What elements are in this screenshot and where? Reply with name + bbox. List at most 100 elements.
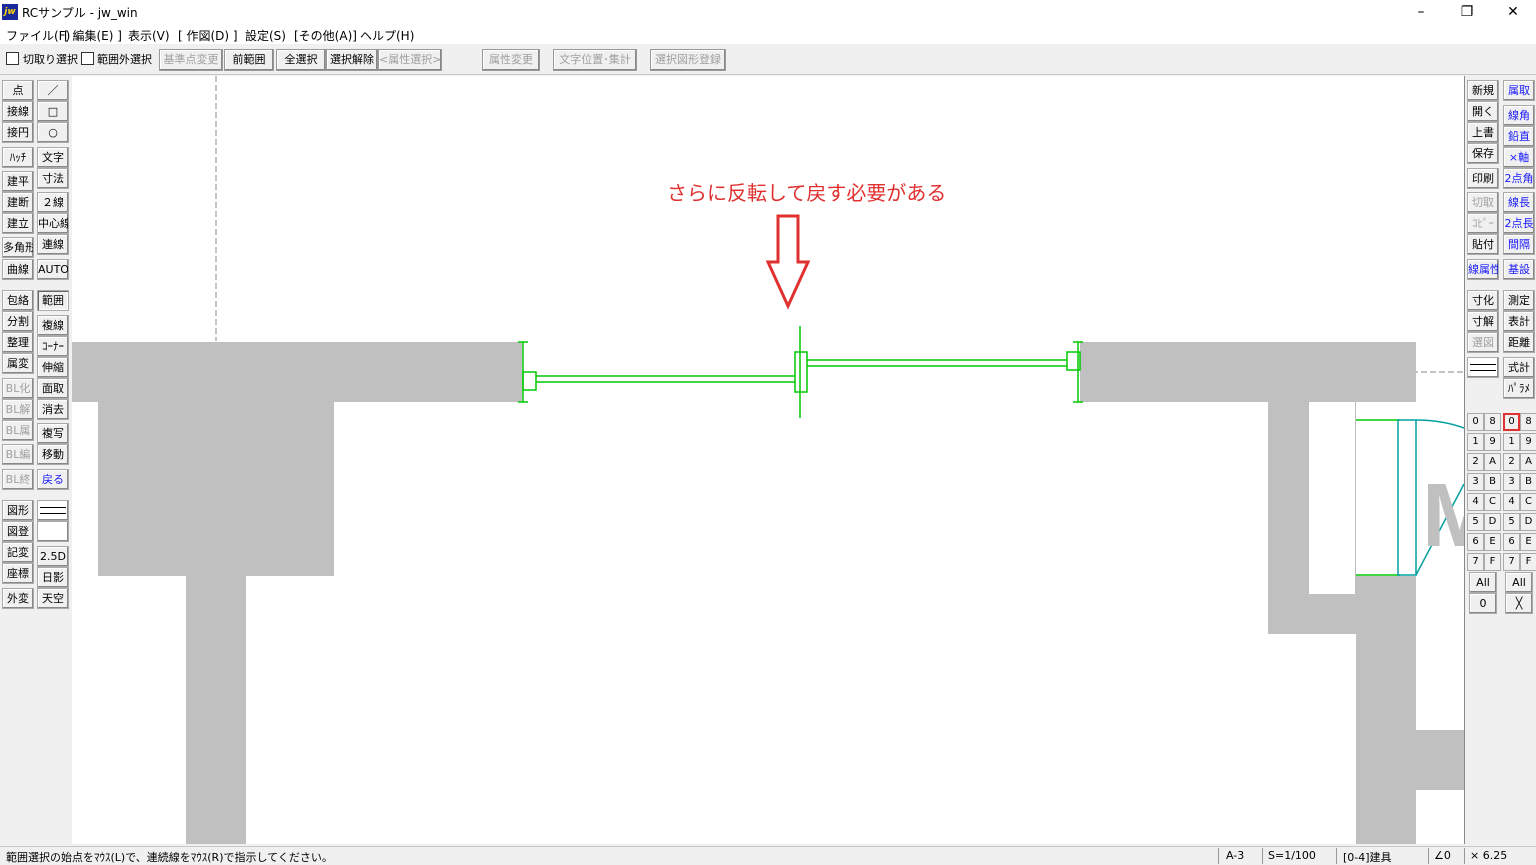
left-tool-21[interactable]: 座標 bbox=[2, 563, 34, 584]
status-angle[interactable]: ∠0 bbox=[1434, 849, 1451, 862]
left-tool-8[interactable]: 曲線 bbox=[2, 259, 34, 280]
left-tool2-3[interactable]: 文字 bbox=[37, 147, 69, 168]
layer-button-group_left_b-2[interactable]: A bbox=[1484, 453, 1501, 471]
right-tool2-7[interactable]: 間隔 bbox=[1503, 234, 1535, 255]
left-tool-12[interactable]: 属変 bbox=[2, 353, 34, 374]
right-tool-5[interactable]: 切取 bbox=[1467, 192, 1499, 213]
layer-button-group_right-4[interactable]: 4 bbox=[1503, 493, 1520, 511]
right-tool2-6[interactable]: 2点長 bbox=[1503, 213, 1535, 234]
drawing-canvas[interactable]: M さらに反転して戻す必要がある bbox=[72, 76, 1464, 844]
layer-button-group_right_b-5[interactable]: D bbox=[1520, 513, 1536, 531]
menu-edit[interactable]: [ 編集(E) ] bbox=[64, 27, 122, 44]
right-tool-4[interactable]: 印刷 bbox=[1467, 168, 1499, 189]
right-tool-6[interactable]: ｺﾋﾟｰ bbox=[1467, 213, 1499, 234]
layer-button-group_right-7[interactable]: 7 bbox=[1503, 553, 1520, 571]
left-tool2-12[interactable]: 伸縮 bbox=[37, 357, 69, 378]
layer-button-group_left-6[interactable]: 6 bbox=[1467, 533, 1484, 551]
left-tool-11[interactable]: 整理 bbox=[2, 332, 34, 353]
left-tool2-6[interactable]: 中心線 bbox=[37, 213, 69, 234]
layer-button-group_left_b-3[interactable]: B bbox=[1484, 473, 1501, 491]
right-tool2-12[interactable]: 式計 bbox=[1503, 357, 1535, 378]
right-tool-12[interactable] bbox=[1467, 357, 1499, 378]
right-tool-9[interactable]: 寸化 bbox=[1467, 290, 1499, 311]
base-point-change-button[interactable]: 基準点変更 bbox=[159, 49, 223, 71]
close-button[interactable]: ✕ bbox=[1490, 0, 1536, 24]
right-tool2-3[interactable]: ×軸 bbox=[1503, 147, 1535, 168]
layer-button-group_left_b-0[interactable]: 8 bbox=[1484, 413, 1501, 431]
layer-all-left-button[interactable]: All bbox=[1469, 572, 1497, 593]
status-cursor[interactable]: × 6.25 bbox=[1470, 849, 1507, 862]
left-tool2-19[interactable] bbox=[37, 521, 69, 542]
left-tool-17[interactable]: BL終 bbox=[2, 469, 34, 490]
left-tool2-14[interactable]: 消去 bbox=[37, 399, 69, 420]
layer-button-group_right-3[interactable]: 3 bbox=[1503, 473, 1520, 491]
right-tool-11[interactable]: 選図 bbox=[1467, 332, 1499, 353]
left-tool2-22[interactable]: 天空 bbox=[37, 588, 69, 609]
left-tool2-18[interactable] bbox=[37, 500, 69, 521]
left-tool-15[interactable]: BL属 bbox=[2, 420, 34, 441]
left-tool-19[interactable]: 図登 bbox=[2, 521, 34, 542]
deselect-button[interactable]: 選択解除 bbox=[326, 49, 378, 71]
layer-button-group_right_b-0[interactable]: 8 bbox=[1520, 413, 1536, 431]
right-tool-10[interactable]: 寸解 bbox=[1467, 311, 1499, 332]
left-tool-5[interactable]: 建断 bbox=[2, 192, 34, 213]
right-tool-8[interactable]: 線属性 bbox=[1467, 259, 1499, 280]
layer-cross-button[interactable]: ╳ bbox=[1505, 593, 1533, 614]
left-tool-13[interactable]: BL化 bbox=[2, 378, 34, 399]
left-tool2-9[interactable]: 範囲 bbox=[37, 290, 69, 311]
cut-select-checkbox[interactable] bbox=[6, 52, 19, 65]
layer-button-group_left_b-7[interactable]: F bbox=[1484, 553, 1501, 571]
layer-button-group_left-0[interactable]: 0 bbox=[1467, 413, 1484, 431]
layer-zero-button[interactable]: 0 bbox=[1469, 593, 1497, 614]
layer-button-group_right_b-2[interactable]: A bbox=[1520, 453, 1536, 471]
menu-other[interactable]: [その他(A)] bbox=[294, 27, 357, 44]
right-tool-3[interactable]: 保存 bbox=[1467, 143, 1499, 164]
left-tool-18[interactable]: 図形 bbox=[2, 500, 34, 521]
left-tool-22[interactable]: 外変 bbox=[2, 588, 34, 609]
left-tool2-11[interactable]: ｺｰﾅｰ bbox=[37, 336, 69, 357]
layer-button-group_left-4[interactable]: 4 bbox=[1467, 493, 1484, 511]
layer-button-group_left_b-4[interactable]: C bbox=[1484, 493, 1501, 511]
right-tool2-10[interactable]: 表計 bbox=[1503, 311, 1535, 332]
left-tool2-2[interactable]: ○ bbox=[37, 122, 69, 143]
right-tool2-5[interactable]: 線長 bbox=[1503, 192, 1535, 213]
layer-button-group_right-6[interactable]: 6 bbox=[1503, 533, 1520, 551]
layer-button-group_right_b-4[interactable]: C bbox=[1520, 493, 1536, 511]
layer-all-right-button[interactable]: All bbox=[1505, 572, 1533, 593]
left-tool2-8[interactable]: AUTO bbox=[37, 259, 69, 280]
layer-button-group_left-1[interactable]: 1 bbox=[1467, 433, 1484, 451]
layer-button-group_left-5[interactable]: 5 bbox=[1467, 513, 1484, 531]
right-tool2-13[interactable]: ﾊﾟﾗﾒ bbox=[1503, 378, 1535, 399]
menu-draw[interactable]: [ 作図(D) ] bbox=[178, 27, 238, 44]
layer-button-group_right-2[interactable]: 2 bbox=[1503, 453, 1520, 471]
left-tool2-1[interactable]: □ bbox=[37, 101, 69, 122]
right-tool2-0[interactable]: 属取 bbox=[1503, 80, 1535, 101]
layer-button-group_right-5[interactable]: 5 bbox=[1503, 513, 1520, 531]
menu-settings[interactable]: 設定(S) bbox=[245, 27, 286, 44]
layer-button-group_left-7[interactable]: 7 bbox=[1467, 553, 1484, 571]
status-layer[interactable]: [0-4]建具 bbox=[1343, 849, 1392, 865]
left-tool-1[interactable]: 接線 bbox=[2, 101, 34, 122]
minimize-button[interactable]: – bbox=[1398, 0, 1444, 24]
right-tool-0[interactable]: 新規 bbox=[1467, 80, 1499, 101]
right-tool2-8[interactable]: 基設 bbox=[1503, 259, 1535, 280]
left-tool2-13[interactable]: 面取 bbox=[37, 378, 69, 399]
register-shape-button[interactable]: 選択図形登録 bbox=[650, 49, 726, 71]
right-tool2-1[interactable]: 線角 bbox=[1503, 105, 1535, 126]
left-tool-2[interactable]: 接円 bbox=[2, 122, 34, 143]
text-pos-total-button[interactable]: 文字位置･集計 bbox=[553, 49, 637, 71]
left-tool2-5[interactable]: ２線 bbox=[37, 192, 69, 213]
left-tool-7[interactable]: 多角形 bbox=[2, 237, 34, 258]
layer-button-group_right_b-3[interactable]: B bbox=[1520, 473, 1536, 491]
restore-button[interactable]: ❐ bbox=[1444, 0, 1490, 24]
outside-select-checkbox[interactable] bbox=[81, 52, 94, 65]
right-tool-7[interactable]: 貼付 bbox=[1467, 234, 1499, 255]
right-tool2-2[interactable]: 鉛直 bbox=[1503, 126, 1535, 147]
left-tool2-7[interactable]: 連線 bbox=[37, 234, 69, 255]
left-tool-14[interactable]: BL解 bbox=[2, 399, 34, 420]
layer-button-group_right-0[interactable]: 0 bbox=[1503, 413, 1520, 431]
left-tool-20[interactable]: 記変 bbox=[2, 542, 34, 563]
left-tool-3[interactable]: ﾊｯﾁ bbox=[2, 147, 34, 168]
right-tool-2[interactable]: 上書 bbox=[1467, 122, 1499, 143]
menu-file[interactable]: ファイル(F) bbox=[6, 27, 70, 44]
